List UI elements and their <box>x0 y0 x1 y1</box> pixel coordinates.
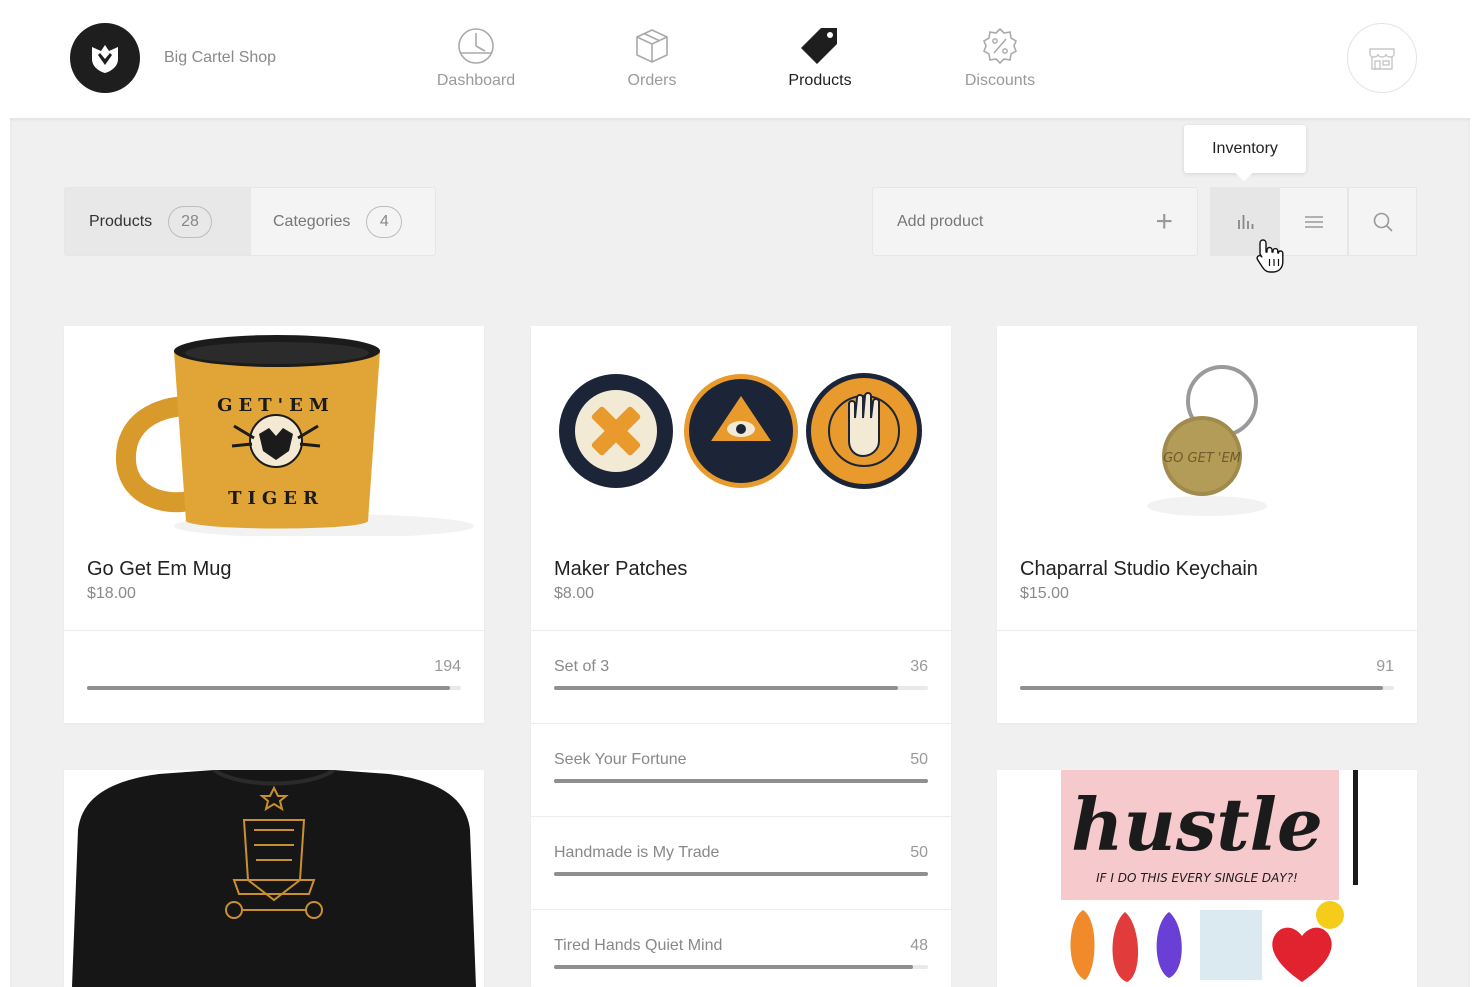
list-view-button[interactable] <box>1279 187 1348 256</box>
inventory-row: 91 <box>997 630 1417 723</box>
variant-label: Handmade is My Trade <box>554 844 720 861</box>
menu-lines-icon <box>1304 215 1323 228</box>
box-icon <box>636 29 668 63</box>
product-price: $15.00 <box>1020 585 1069 602</box>
stock-count: 50 <box>910 751 928 768</box>
inventory-row: Seek Your Fortune 50 <box>531 723 951 816</box>
product-image[interactable]: GET'EM TIGER <box>64 326 484 536</box>
stock-bar <box>554 686 928 690</box>
variant-label: Seek Your Fortune <box>554 751 687 768</box>
view-store-button[interactable] <box>1347 23 1417 93</box>
stock-count: 194 <box>434 658 461 675</box>
nav-orders[interactable]: Orders <box>582 25 722 90</box>
hustle-poster-illustration: hustle IF I DO THIS EVERY SINGLE DAY?! <box>997 770 1417 987</box>
add-product-button[interactable]: Add product + <box>872 187 1198 256</box>
product-card[interactable]: hustle IF I DO THIS EVERY SINGLE DAY?! <box>997 770 1417 987</box>
product-card[interactable]: GET'EM TIGER Go Get Em Mug $18.00 194 <box>64 326 484 723</box>
stock-bar-fill <box>1020 686 1383 690</box>
add-product-label: Add product <box>897 212 984 230</box>
bar-chart-icon <box>1237 214 1253 229</box>
nav-discounts[interactable]: Discounts <box>930 25 1070 90</box>
stock-bar <box>554 872 928 876</box>
nav-label: Orders <box>627 72 677 89</box>
stock-bar-fill <box>554 872 928 876</box>
hand-pointer-icon <box>1256 239 1284 273</box>
product-card[interactable]: GO GET 'EM Chaparral Studio Keychain $15… <box>997 326 1417 723</box>
stock-count: 91 <box>1376 658 1394 675</box>
nav-products[interactable]: Products <box>750 25 890 90</box>
product-image[interactable] <box>64 770 484 987</box>
stock-bar <box>1020 686 1394 690</box>
tooltip-text: Inventory <box>1212 140 1278 157</box>
stock-count: 36 <box>910 658 928 675</box>
search-icon <box>1373 212 1393 232</box>
tab-categories-label: Categories <box>273 212 351 230</box>
poster-main-text: hustle <box>1071 782 1323 867</box>
shop-name[interactable]: Big Cartel Shop <box>164 49 276 67</box>
shop-logo[interactable] <box>70 23 140 93</box>
stock-bar-fill <box>554 779 928 783</box>
stock-bar <box>554 965 928 969</box>
mug-top-text: GET'EM <box>217 395 335 416</box>
product-price: $8.00 <box>554 585 595 602</box>
mug-bottom-text: TIGER <box>228 488 324 509</box>
tab-products-label: Products <box>89 212 153 230</box>
search-button[interactable] <box>1348 187 1417 256</box>
tag-icon <box>801 28 837 64</box>
nav-label: Discounts <box>964 72 1036 89</box>
inventory-row: Tired Hands Quiet Mind 48 <box>531 909 951 987</box>
inventory-row: Set of 3 36 <box>531 630 951 723</box>
product-title[interactable]: Go Get Em Mug <box>87 558 232 581</box>
product-image[interactable]: hustle IF I DO THIS EVERY SINGLE DAY?! <box>997 770 1417 987</box>
inventory-tooltip: Inventory <box>1184 125 1306 173</box>
product-price: $18.00 <box>87 585 136 602</box>
products-count-badge: 28 <box>168 205 212 238</box>
keychain-text: GO GET 'EM <box>1163 451 1241 466</box>
variant-label: Set of 3 <box>554 658 610 675</box>
nav-dashboard[interactable]: Dashboard <box>406 25 546 90</box>
tab-products[interactable]: Products 28 <box>64 187 251 256</box>
product-card[interactable]: Maker Patches $8.00 Set of 3 36 Seek You… <box>531 326 951 987</box>
variant-label: Tired Hands Quiet Mind <box>554 937 723 954</box>
mug-illustration: GET'EM TIGER <box>115 335 474 536</box>
storefront-icon <box>1369 48 1395 70</box>
patches-illustration <box>559 373 922 489</box>
stock-bar-fill <box>554 965 914 969</box>
stock-bar-fill <box>87 686 450 690</box>
plus-icon: + <box>1155 204 1173 238</box>
product-card[interactable] <box>64 770 484 987</box>
tab-categories[interactable]: Categories 4 <box>251 187 436 256</box>
stock-count: 48 <box>910 937 928 954</box>
stock-count: 50 <box>910 844 928 861</box>
stock-bar <box>87 686 461 690</box>
poster-sub-text: IF I DO THIS EVERY SINGLE DAY?! <box>1096 871 1298 885</box>
nav-label: Dashboard <box>436 72 516 89</box>
product-title[interactable]: Chaparral Studio Keychain <box>1020 558 1258 581</box>
shield-logo-icon <box>92 45 118 73</box>
sweatshirt-illustration <box>64 770 484 987</box>
product-title[interactable]: Maker Patches <box>554 558 687 581</box>
product-image[interactable] <box>531 326 951 536</box>
nav-label: Products <box>788 72 852 89</box>
inventory-row: Handmade is My Trade 50 <box>531 816 951 909</box>
top-header: Big Cartel Shop Dashboard Orders Product… <box>0 0 1480 118</box>
product-image[interactable]: GO GET 'EM <box>997 326 1417 536</box>
percent-badge-icon <box>983 27 1017 65</box>
keychain-illustration: GO GET 'EM <box>1147 365 1267 516</box>
categories-count-badge: 4 <box>366 205 403 238</box>
inventory-row: 194 <box>64 630 484 723</box>
stock-bar-fill <box>554 686 899 690</box>
dashboard-icon <box>458 28 494 64</box>
stock-bar <box>554 779 928 783</box>
